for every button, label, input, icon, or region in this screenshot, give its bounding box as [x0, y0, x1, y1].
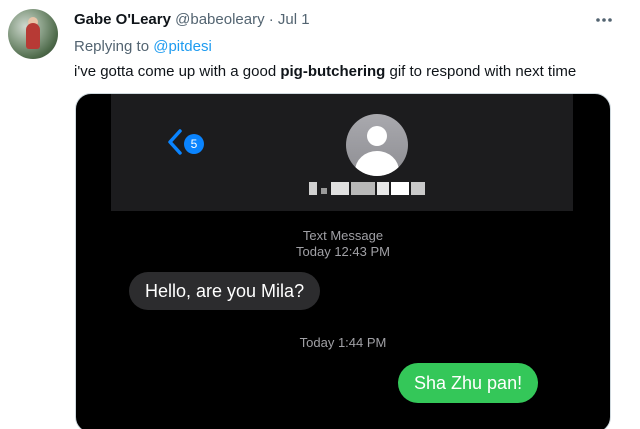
timestamp-first: Today 12:43 PM	[296, 244, 390, 259]
person-silhouette-icon[interactable]	[346, 114, 408, 176]
incoming-message-bubble: Hello, are you Mila?	[129, 272, 321, 310]
display-name[interactable]: Gabe O'Leary	[74, 11, 171, 28]
tweet-date[interactable]: Jul 1	[278, 11, 310, 28]
outgoing-message-bubble: Sha Zhu pan!	[398, 363, 539, 403]
user-handle[interactable]: @babeoleary	[175, 11, 264, 28]
tweet-text-start: i've gotta come up with a good	[74, 63, 281, 80]
contact-name-redacted	[309, 182, 429, 196]
tweet-text-bold: pig-butchering	[280, 63, 386, 80]
avatar-figure	[26, 23, 40, 49]
silhouette-head	[367, 126, 387, 146]
user-avatar[interactable]	[8, 9, 58, 59]
tweet: Gabe O'Leary @babeoleary · Jul 1 Replyin…	[0, 0, 640, 429]
replying-prefix: Replying to	[74, 38, 150, 55]
replying-to: Replying to @pitdesi	[74, 37, 212, 57]
message-type-label: Text Message	[302, 228, 384, 243]
more-horizontal-icon[interactable]	[594, 10, 614, 30]
timestamp-second: Today 1:44 PM	[299, 335, 387, 350]
messages-header: 5	[111, 94, 573, 211]
media-attachment[interactable]: 5 Text Message Today 12:43 PM Hello, are…	[75, 93, 611, 429]
tweet-header: Gabe O'Leary @babeoleary · Jul 1	[74, 10, 310, 30]
silhouette-body	[355, 151, 399, 176]
tweet-text-end: gif to respond with next time	[385, 63, 577, 80]
unread-count-badge: 5	[184, 134, 204, 154]
separator-dot: ·	[268, 11, 274, 28]
replying-handle-link[interactable]: @pitdesi	[153, 38, 212, 55]
tweet-text: i've gotta come up with a good pig-butch…	[74, 62, 576, 82]
chevron-left-icon[interactable]	[165, 128, 185, 156]
